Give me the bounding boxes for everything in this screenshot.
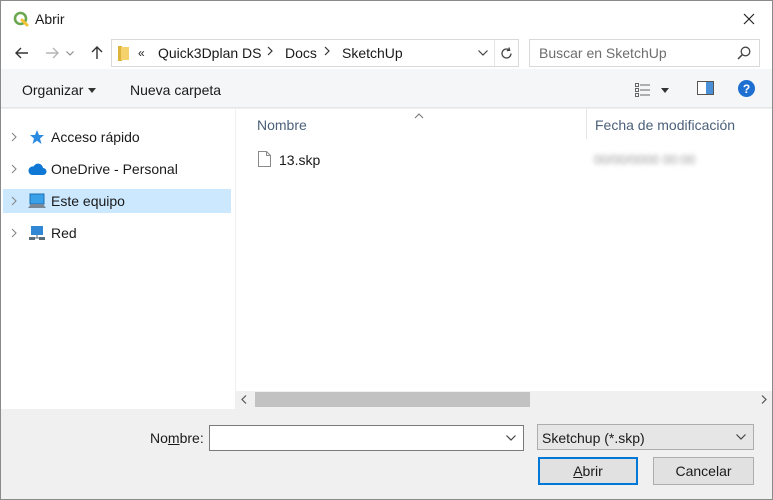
command-bar: Organizar Nueva carpeta ? <box>1 69 772 108</box>
refresh-button[interactable] <box>494 40 518 66</box>
sidebar-item-onedrive[interactable]: OneDrive - Personal <box>3 157 231 181</box>
chevron-down-icon <box>736 434 746 440</box>
filename-input[interactable] <box>210 426 500 450</box>
change-view-button[interactable] <box>635 81 675 99</box>
filetype-value: Sketchup (*.skp) <box>542 430 645 446</box>
filetype-select[interactable]: Sketchup (*.skp) <box>537 424 754 450</box>
refresh-icon <box>501 46 512 59</box>
chevron-right-icon[interactable] <box>324 46 330 59</box>
organize-button[interactable]: Organizar <box>22 82 97 98</box>
open-file-dialog: Abrir « Quick3Dplan DS Docs SketchUp Bus… <box>0 0 773 500</box>
sidebar-item-this-pc[interactable]: Este equipo <box>3 189 231 213</box>
qgis-icon <box>13 11 29 27</box>
file-list: Nombre Fecha de modificación 13.skp 00/0… <box>235 109 772 391</box>
chevron-right-icon[interactable] <box>5 228 23 238</box>
computer-icon <box>27 193 47 209</box>
filename-dropdown-button[interactable] <box>501 426 521 450</box>
open-button[interactable]: Abrir <box>538 457 638 485</box>
arrow-up-icon <box>91 46 103 59</box>
sidebar-item-label: Red <box>51 225 77 241</box>
chevron-down-icon <box>478 50 488 56</box>
address-bar[interactable]: « Quick3Dplan DS Docs SketchUp <box>111 39 519 67</box>
caret-down-icon <box>661 87 669 93</box>
chevron-left-icon <box>240 395 246 404</box>
chevron-down-icon <box>66 50 74 56</box>
forward-button[interactable] <box>41 41 63 65</box>
close-icon <box>743 13 755 25</box>
sidebar-item-quick-access[interactable]: Acceso rápido <box>3 125 231 149</box>
chevron-right-icon <box>761 395 767 404</box>
scroll-left-button[interactable] <box>235 391 252 408</box>
folder-icon <box>118 46 129 64</box>
scrollbar-thumb[interactable] <box>255 392 530 407</box>
title-bar: Abrir <box>1 1 772 37</box>
sidebar-item-label: OneDrive - Personal <box>51 161 178 177</box>
chevron-right-icon[interactable] <box>5 164 23 174</box>
file-name: 13.skp <box>279 152 321 168</box>
breadcrumb-overflow[interactable]: « <box>138 46 145 60</box>
search-box[interactable] <box>529 39 760 67</box>
filename-combobox[interactable] <box>209 425 524 451</box>
address-history-button[interactable] <box>474 40 492 66</box>
arrow-right-icon <box>46 47 59 59</box>
chevron-right-icon[interactable] <box>5 196 23 206</box>
network-icon <box>27 225 47 241</box>
chevron-right-icon[interactable] <box>267 46 273 59</box>
scroll-right-button[interactable] <box>755 391 772 408</box>
new-folder-button[interactable]: Nueva carpeta <box>130 82 221 98</box>
cloud-icon <box>27 162 47 176</box>
caret-down-icon <box>88 88 97 93</box>
breadcrumb-item[interactable]: SketchUp <box>342 45 403 61</box>
column-header-name[interactable]: Nombre <box>257 117 307 133</box>
breadcrumb-item[interactable]: Docs <box>285 45 317 61</box>
file-icon <box>258 150 271 170</box>
back-button[interactable] <box>11 41 33 65</box>
preview-pane-button[interactable] <box>697 81 714 98</box>
star-icon <box>27 129 47 145</box>
search-input[interactable] <box>530 40 730 66</box>
close-button[interactable] <box>726 1 772 37</box>
new-folder-label: Nueva carpeta <box>130 82 222 98</box>
column-header-date[interactable]: Fecha de modificación <box>595 117 735 133</box>
preview-pane-icon <box>697 81 714 95</box>
search-icon[interactable] <box>737 46 751 63</box>
help-button[interactable]: ? <box>738 80 755 97</box>
dialog-title: Abrir <box>35 11 65 27</box>
sidebar-item-network[interactable]: Red <box>3 221 231 245</box>
cancel-button[interactable]: Cancelar <box>653 457 754 485</box>
sidebar-item-label: Acceso rápido <box>51 129 140 145</box>
details-view-icon <box>635 83 650 97</box>
arrow-left-icon <box>15 47 28 59</box>
sort-ascending-icon <box>414 106 424 122</box>
organize-label: Organizar <box>22 82 84 98</box>
column-divider[interactable] <box>586 109 587 139</box>
filetype-dropdown-button[interactable] <box>733 425 749 449</box>
navigation-bar: « Quick3Dplan DS Docs SketchUp <box>1 37 772 69</box>
up-button[interactable] <box>86 41 108 65</box>
file-row[interactable]: 13.skp 00/00/0000 00:00 <box>258 149 758 171</box>
breadcrumb-item[interactable]: Quick3Dplan DS <box>158 45 262 61</box>
chevron-down-icon <box>506 435 516 441</box>
filename-label: Nombre: <box>150 430 204 446</box>
navigation-pane: Acceso rápido OneDrive - Personal Este e… <box>1 109 235 409</box>
sidebar-item-label: Este equipo <box>51 193 125 209</box>
horizontal-scrollbar[interactable] <box>235 391 772 408</box>
chevron-right-icon[interactable] <box>5 132 23 142</box>
recent-locations-button[interactable] <box>63 41 77 65</box>
file-date: 00/00/0000 00:00 <box>594 152 696 167</box>
